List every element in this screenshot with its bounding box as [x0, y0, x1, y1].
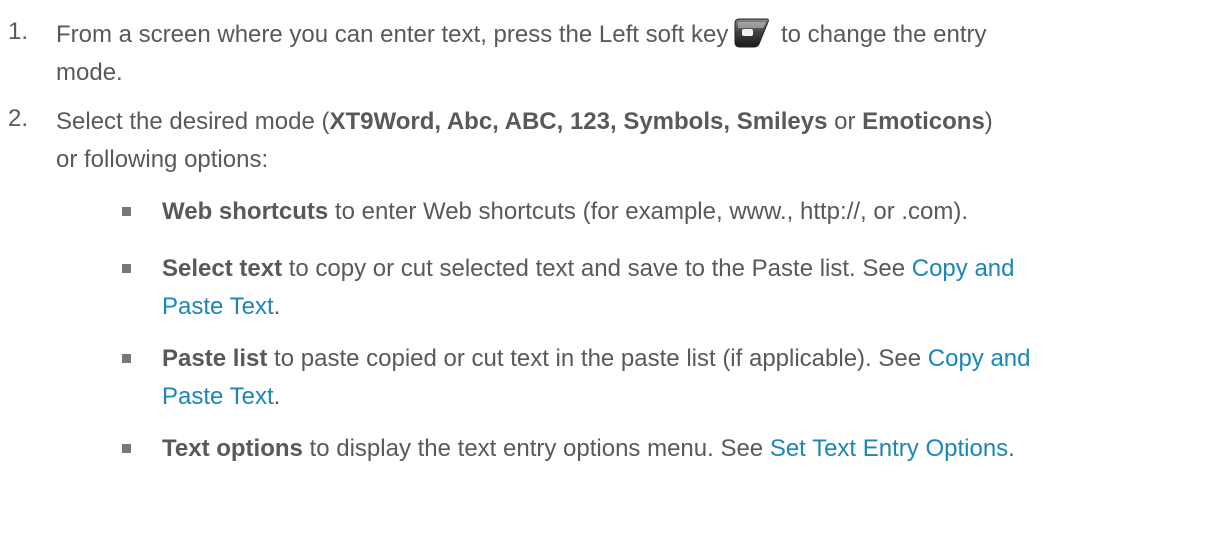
left-soft-key-icon — [734, 18, 770, 48]
option-line: Select text to copy or cut selected text… — [162, 252, 1015, 285]
modes-list: XT9Word, Abc, ABC, 123, Symbols, Smileys — [329, 108, 828, 135]
step-1-line-2: mode. — [56, 59, 123, 86]
bullet-icon — [122, 207, 131, 216]
step-2-line-2: or following options: — [56, 146, 269, 173]
last-mode: Emoticons — [862, 108, 985, 135]
option-term: Web shortcuts — [162, 198, 329, 225]
step-number: 1. — [8, 18, 29, 45]
step-1-line-1: From a screen where you can enter text, … — [56, 18, 986, 51]
step-number: 2. — [8, 105, 29, 132]
period: . — [273, 383, 281, 410]
bullet-icon — [122, 444, 131, 453]
period: . — [1008, 435, 1015, 462]
bullet-icon — [122, 354, 131, 363]
set-text-entry-options-link[interactable]: Set Text Entry Options — [770, 435, 1008, 462]
option-term: Text options — [162, 435, 303, 462]
step-2-line-1: Select the desired mode (XT9Word, Abc, A… — [56, 105, 993, 138]
option-desc: to display the text entry options menu. … — [302, 435, 770, 462]
step-2-prefix: Select the desired mode ( — [56, 108, 330, 135]
option-line: Web shortcuts to enter Web shortcuts (fo… — [162, 195, 968, 228]
or-text: or — [827, 108, 863, 135]
copy-paste-link[interactable]: Copy and — [928, 345, 1031, 372]
period: . — [273, 293, 281, 320]
option-term: Select text — [162, 255, 283, 282]
copy-paste-link[interactable]: Copy and — [912, 255, 1015, 282]
option-desc: to enter Web shortcuts (for example, www… — [328, 198, 969, 225]
step-1-text-cont: to change the entry — [774, 21, 987, 48]
document-page: 1. From a screen where you can enter tex… — [0, 0, 1213, 535]
step-1-text: From a screen where you can enter text, … — [56, 21, 729, 48]
option-desc: to paste copied or cut text in the paste… — [267, 345, 928, 372]
option-line-2: Paste Text. — [162, 380, 280, 413]
option-term: Paste list — [162, 345, 268, 372]
option-line-2: Paste Text. — [162, 290, 280, 323]
bullet-icon — [122, 264, 131, 273]
option-line: Paste list to paste copied or cut text i… — [162, 342, 1031, 375]
option-desc: to copy or cut selected text and save to… — [282, 255, 912, 282]
copy-paste-link-cont[interactable]: Paste Text — [162, 293, 274, 320]
step-2-suffix: ) — [984, 108, 993, 135]
copy-paste-link-cont[interactable]: Paste Text — [162, 383, 274, 410]
option-line: Text options to display the text entry o… — [162, 432, 1015, 465]
